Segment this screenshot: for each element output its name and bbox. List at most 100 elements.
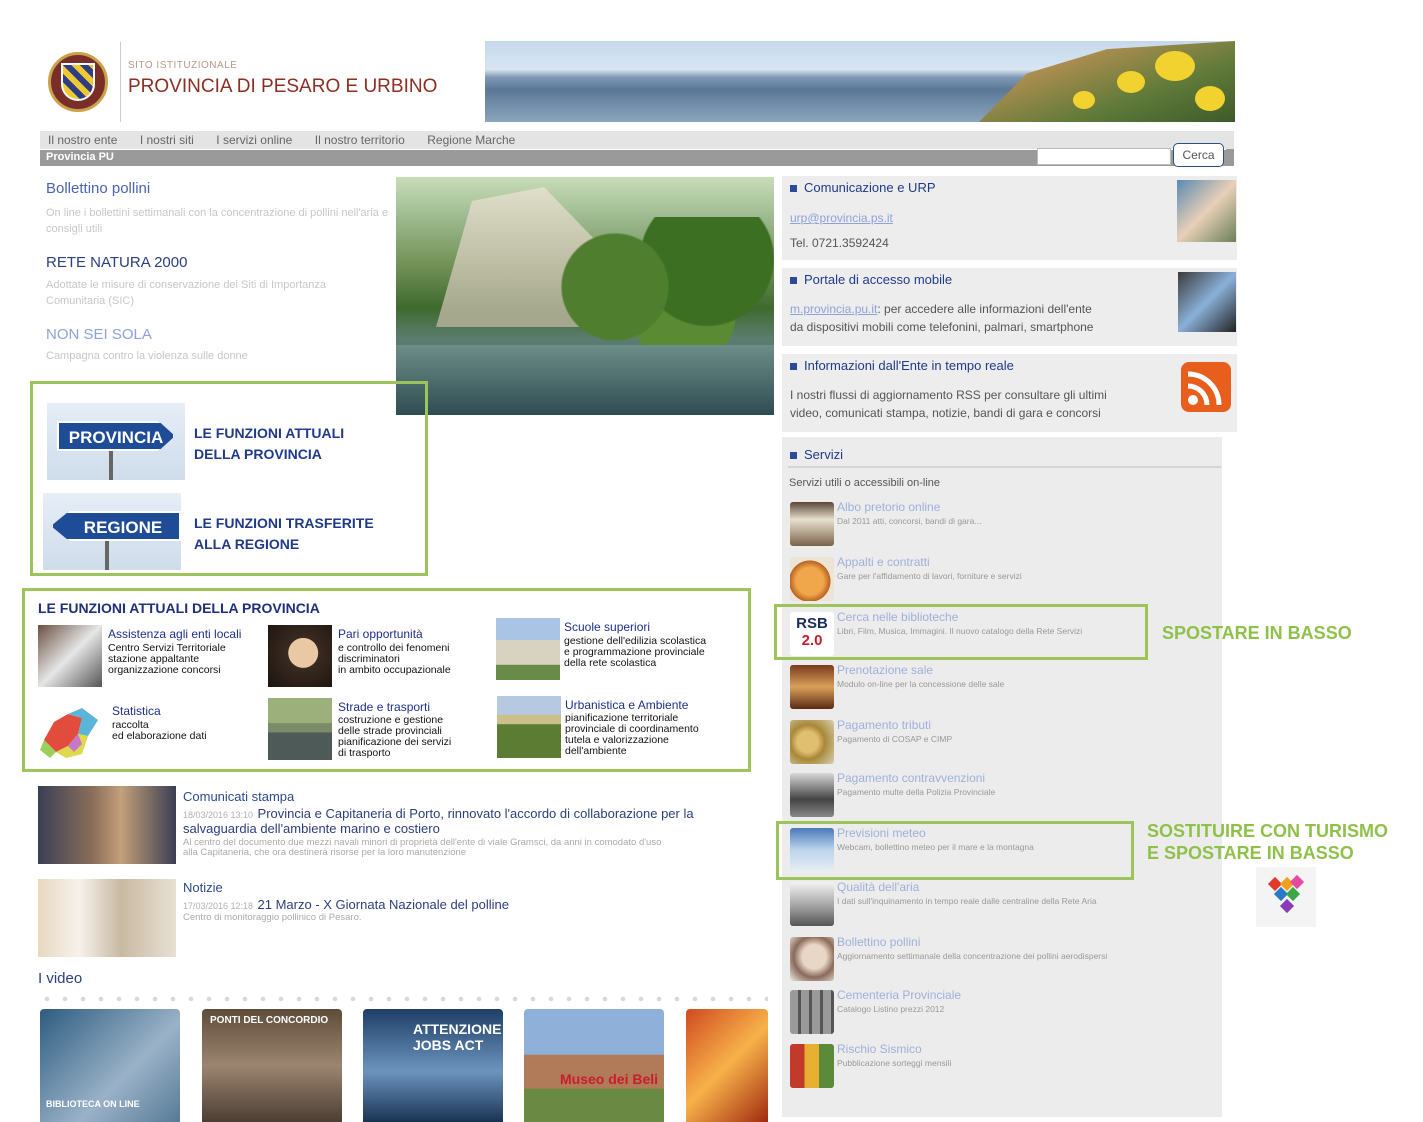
rss-title[interactable]: Informazioni dall'Ente in tempo reale <box>790 358 1014 373</box>
urp-email-link[interactable]: urp@provincia.ps.it <box>790 211 893 225</box>
nav-item-territorio[interactable]: Il nostro territorio <box>315 131 405 149</box>
service-cementeria[interactable]: Cementeria Provinciale Catalogo Listino p… <box>790 988 1210 1036</box>
regione-sign[interactable]: REGIONE <box>43 493 181 570</box>
urp-email[interactable]: urp@provincia.ps.it <box>790 210 990 227</box>
function-title[interactable]: Scuole superiori <box>564 620 650 634</box>
appalti-icon <box>790 557 834 601</box>
urbanistica-photo <box>497 696 561 758</box>
urp-title[interactable]: Comunicazione e URP <box>790 180 936 195</box>
link-rete-natura[interactable]: RETE NATURA 2000 <box>46 254 187 271</box>
service-prenotazione[interactable]: Prenotazione sale Modulo on-line per la c… <box>790 663 1210 711</box>
mobile-link[interactable]: m.provincia.pu.it <box>790 302 877 316</box>
breadcrumb[interactable]: Provincia PU <box>46 151 114 163</box>
news-title-cont[interactable]: salvaguardia dell'ambiente marino e cost… <box>183 821 440 836</box>
header-banner <box>485 41 1235 122</box>
search-edge <box>1226 149 1234 166</box>
functions-title: LE FUNZIONI ATTUALI DELLA PROVINCIA <box>38 600 320 616</box>
function-title[interactable]: Assistenza agli enti locali <box>108 627 241 641</box>
service-desc: I dati sull'inquinamento in tempo reale … <box>837 896 1097 906</box>
regione-label-2[interactable]: ALLA REGIONE <box>194 534 299 555</box>
site-subtitle: SITO ISTITUZIONALE <box>128 60 238 71</box>
annotation-box-meteo <box>776 821 1134 880</box>
video-thumb-jobs-act[interactable]: ATTENZIONE JOBS ACT <box>363 1009 503 1122</box>
video-thumb-label: BIBLIOTECA ON LINE <box>46 1099 140 1109</box>
provincia-label-2[interactable]: DELLA PROVINCIA <box>194 444 322 465</box>
video-thumb-ponti[interactable]: PONTI DEL CONCORDIO <box>202 1009 342 1122</box>
news-desc: Centro di monitoraggio pollinico di Pesa… <box>183 912 362 923</box>
nav-item-servizi[interactable]: I servizi online <box>216 131 292 149</box>
service-pollini[interactable]: Bollettino pollini Aggiornamento settiman… <box>790 935 1210 983</box>
search-button[interactable]: Cerca <box>1173 143 1224 167</box>
video-thumb-label: PONTI DEL CONCORDIO <box>210 1015 329 1026</box>
service-desc: Catalogo Listino prezzi 2012 <box>837 1004 945 1014</box>
video-thumb-biblioteca[interactable]: BIBLIOTECA ON LINE <box>40 1009 180 1122</box>
service-tributi[interactable]: Pagamento tributi Pagamento di COSAP e CI… <box>790 718 1210 766</box>
sismico-icon <box>790 1044 834 1088</box>
service-title[interactable]: Rischio Sismico <box>837 1042 922 1056</box>
pari-opportunita-photo <box>268 625 332 687</box>
mobile-box: Portale di accesso mobile m.provincia.pu… <box>782 268 1237 346</box>
news-title[interactable]: Provincia e Capitaneria di Porto, rinnov… <box>258 806 694 821</box>
mobile-text-2: da dispositivi mobili come telefonini, p… <box>790 320 1094 334</box>
link-bollettino-pollini[interactable]: Bollettino pollini <box>46 180 150 197</box>
smartphone-icon <box>1178 272 1236 332</box>
aria-icon <box>790 882 834 926</box>
province-logo[interactable] <box>48 52 108 112</box>
assistenza-photo <box>38 625 102 687</box>
provincia-label-1[interactable]: LE FUNZIONI ATTUALI <box>194 423 344 444</box>
service-title[interactable]: Qualità dell'aria <box>837 880 919 894</box>
rss-text-1: I nostri flussi di aggiornamento RSS per… <box>790 388 1107 402</box>
nav-item-ente[interactable]: Il nostro ente <box>48 131 117 149</box>
news-photo-capitaneria[interactable] <box>38 786 176 864</box>
cementeria-icon <box>790 990 834 1034</box>
albo-icon <box>790 502 834 546</box>
service-title[interactable]: Bollettino pollini <box>837 935 920 949</box>
provincia-sign-label: PROVINCIA <box>57 421 175 451</box>
service-appalti[interactable]: Appalti e contratti Gare per l'affidament… <box>790 555 1210 603</box>
provincia-sign[interactable]: PROVINCIA <box>47 403 185 480</box>
service-title[interactable]: Pagamento tributi <box>837 718 931 732</box>
service-desc: Pagamento di COSAP e CIMP <box>837 734 953 744</box>
service-desc: Pubblicazione sorteggi mensili <box>837 1058 952 1068</box>
service-title[interactable]: Appalti e contratti <box>837 555 930 569</box>
service-aria[interactable]: Qualità dell'aria I dati sull'inquinament… <box>790 880 1210 928</box>
site-title[interactable]: PROVINCIA DI PESARO E URBINO <box>128 76 437 98</box>
service-title[interactable]: Cementeria Provinciale <box>837 988 961 1002</box>
service-sismico[interactable]: Rischio Sismico Pubblicazione sorteggi me… <box>790 1042 1210 1090</box>
link-rete-natura-desc: Adottate le misure di conservazione dei … <box>46 279 327 307</box>
video-thumb-museo[interactable]: Museo dei Beli <box>524 1009 664 1122</box>
rss-icon[interactable] <box>1181 362 1231 412</box>
function-line: in ambito occupazionale <box>338 664 451 676</box>
function-line: della rete scolastica <box>564 657 657 669</box>
function-title[interactable]: Statistica <box>112 704 161 718</box>
regione-label-1[interactable]: LE FUNZIONI TRASFERITE <box>194 513 374 534</box>
featured-landscape-photo[interactable] <box>396 177 774 415</box>
service-desc: Gare per l'affidamento di lavori, fornit… <box>837 571 1022 581</box>
nav-item-siti[interactable]: I nostri siti <box>140 131 194 149</box>
service-albo[interactable]: Albo pretorio online Dal 2011 atti, conco… <box>790 500 1210 548</box>
function-line: ed elaborazione dati <box>112 730 207 742</box>
regione-sign-label: REGIONE <box>51 511 181 541</box>
news-desc: alla Capitaneria, che ora destinerà riso… <box>183 847 467 858</box>
news-photo-pollini[interactable] <box>38 879 176 957</box>
function-title[interactable]: Strade e trasporti <box>338 700 430 714</box>
urp-phone: Tel. 0721.3592424 <box>790 236 889 250</box>
nav-item-regione[interactable]: Regione Marche <box>427 131 515 149</box>
prenotazione-icon <box>790 665 834 709</box>
function-title[interactable]: Urbanistica e Ambiente <box>565 698 688 712</box>
service-desc: Modulo on-line per la concessione delle … <box>837 679 1005 689</box>
service-title[interactable]: Albo pretorio online <box>837 500 940 514</box>
service-title[interactable]: Prenotazione sale <box>837 663 933 677</box>
link-non-sei-sola[interactable]: NON SEI SOLA <box>46 326 152 343</box>
service-title[interactable]: Pagamento contravvenzioni <box>837 771 985 785</box>
search-input[interactable] <box>1037 148 1171 165</box>
news-section-notizie[interactable]: Notizie <box>183 880 223 895</box>
rss-text-2: video, comunicati stampa, notizie, bandi… <box>790 406 1101 420</box>
header-divider <box>120 42 121 122</box>
news-section-comunicati[interactable]: Comunicati stampa <box>183 789 294 804</box>
mobile-title[interactable]: Portale di accesso mobile <box>790 272 952 287</box>
service-contravvenzioni[interactable]: Pagamento contravvenzioni Pagamento multe… <box>790 771 1210 819</box>
video-thumb-5[interactable] <box>686 1009 768 1122</box>
news-title[interactable]: 21 Marzo - X Giornata Nazionale del poll… <box>258 897 509 912</box>
function-title[interactable]: Pari opportunità <box>338 627 423 641</box>
